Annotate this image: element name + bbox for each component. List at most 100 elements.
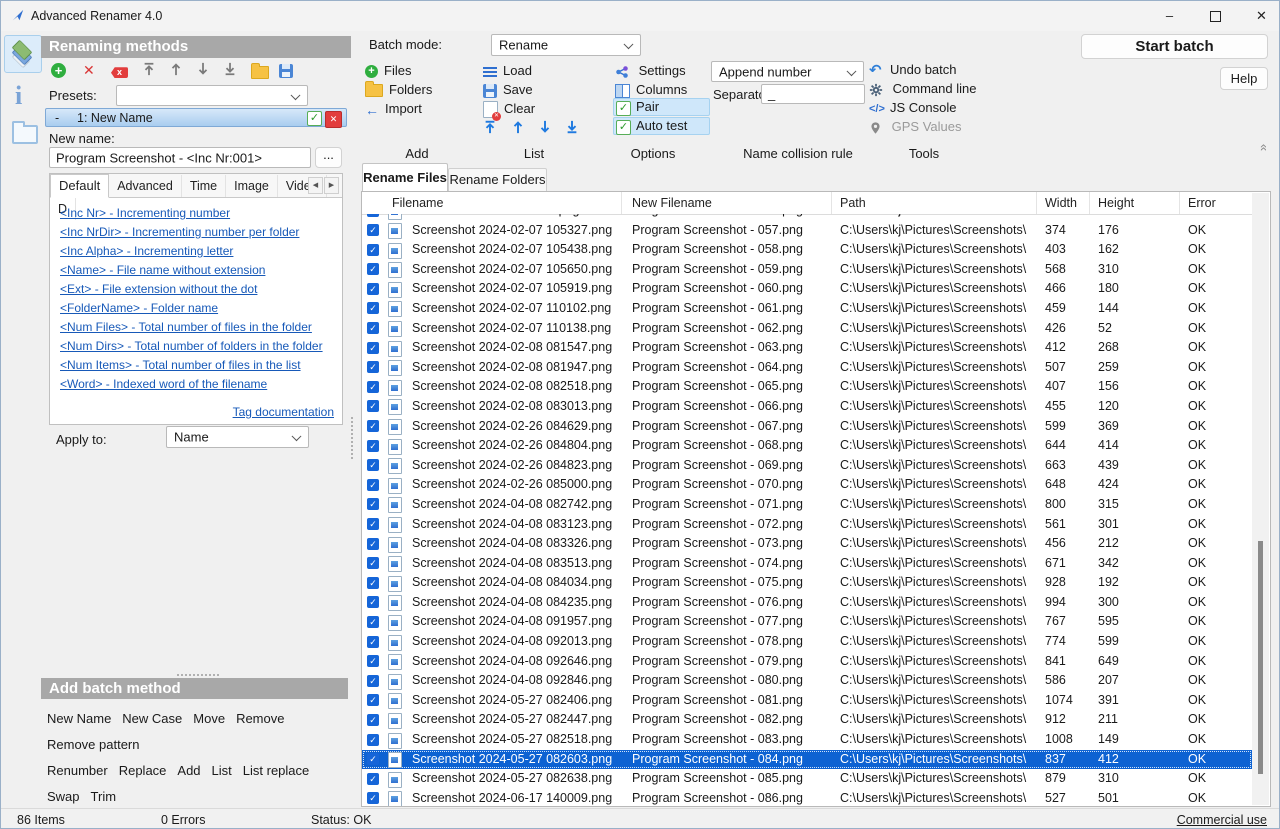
method-item-new-name[interactable]: - 1: New Name ✓ ✕ <box>45 108 347 127</box>
move-file-down-icon[interactable] <box>538 120 552 134</box>
collapse-toggle[interactable]: - <box>55 109 59 127</box>
batch-method-link[interactable]: Move <box>193 706 225 732</box>
table-row[interactable]: ✓Screenshot 2024-05-27 082518.pngProgram… <box>362 730 1252 750</box>
table-row[interactable]: ✓Screenshot 2024-05-27 082638.pngProgram… <box>362 769 1252 789</box>
new-name-more-button[interactable]: ... <box>315 147 342 168</box>
table-row[interactable]: ✓Screenshot 2024-02-07 110102.pngProgram… <box>362 299 1252 319</box>
row-checkbox-checked[interactable]: ✓ <box>367 518 379 530</box>
files-panel-icon[interactable] <box>12 125 38 144</box>
batch-method-link[interactable]: New Name <box>47 706 111 732</box>
presets-dropdown[interactable] <box>116 85 308 106</box>
row-checkbox-checked[interactable]: ✓ <box>367 283 379 295</box>
table-row[interactable]: ✓Screenshot 2024-02-08 083013.pngProgram… <box>362 397 1252 417</box>
row-checkbox-checked[interactable]: ✓ <box>367 342 379 354</box>
batch-method-link[interactable]: Replace <box>119 758 167 784</box>
row-checkbox-checked[interactable]: ✓ <box>367 459 379 471</box>
row-checkbox-checked[interactable]: ✓ <box>367 420 379 432</box>
scrollbar-thumb[interactable] <box>1258 541 1263 774</box>
tag-documentation-link[interactable]: Tag documentation <box>233 405 334 419</box>
columns-button[interactable]: Columns <box>615 82 687 98</box>
row-checkbox-checked[interactable]: ✓ <box>367 302 379 314</box>
tag-tab[interactable]: Default <box>50 174 109 198</box>
table-row[interactable]: ✓Screenshot 2024-02-07 105919.pngProgram… <box>362 279 1252 299</box>
save-list-button[interactable]: Save <box>483 82 533 98</box>
move-method-bottom-icon[interactable] <box>223 62 237 76</box>
row-checkbox-checked[interactable]: ✓ <box>367 224 379 236</box>
row-checkbox-checked[interactable]: ✓ <box>367 381 379 393</box>
row-checkbox-checked[interactable]: ✓ <box>367 244 379 256</box>
table-row[interactable]: ✓Screenshot 2024-05-27 082603.pngProgram… <box>362 750 1252 770</box>
move-file-bottom-icon[interactable] <box>565 120 579 134</box>
tag-link[interactable]: <Num Items> - Total number of files in t… <box>60 356 336 375</box>
row-checkbox-checked[interactable]: ✓ <box>367 577 379 589</box>
row-checkbox-checked[interactable]: ✓ <box>367 557 379 569</box>
tab-rename-folders[interactable]: Rename Folders <box>448 168 547 192</box>
row-checkbox-checked[interactable]: ✓ <box>367 753 379 765</box>
table-row[interactable]: ✓Screenshot 2024-02-08 081947.pngProgram… <box>362 358 1252 378</box>
row-checkbox-checked[interactable]: ✓ <box>367 400 379 412</box>
table-row[interactable]: ✓Screenshot 2024-06-17 140009.pngProgram… <box>362 789 1252 806</box>
table-row[interactable]: ✓Screenshot 2024-04-08 092846.pngProgram… <box>362 671 1252 691</box>
collision-rule-dropdown[interactable]: Append number <box>711 61 864 82</box>
clear-methods-button[interactable]: x <box>111 64 128 82</box>
remove-method-button[interactable]: ✕ <box>83 62 95 80</box>
tag-link[interactable]: <Word> - Indexed word of the filename <box>60 375 336 394</box>
row-checkbox-checked[interactable]: ✓ <box>367 263 379 275</box>
add-folders-button[interactable]: Folders <box>365 82 432 98</box>
row-checkbox-checked[interactable]: ✓ <box>367 655 379 667</box>
tag-link[interactable]: <Inc Nr> - Incrementing number <box>60 204 336 223</box>
table-row[interactable]: ✓Screenshot 2024-04-08 082742.pngProgram… <box>362 495 1252 515</box>
clear-list-button[interactable]: Clear <box>483 101 535 117</box>
table-row[interactable]: ✓Screenshot 2024-02-07 105438.pngProgram… <box>362 240 1252 260</box>
separator-input[interactable]: _ <box>761 84 865 104</box>
save-preset-button[interactable] <box>279 62 293 80</box>
table-row[interactable]: ✓Screenshot 2024-05-27 082406.pngProgram… <box>362 691 1252 711</box>
row-checkbox-checked[interactable]: ✓ <box>367 596 379 608</box>
tag-tab[interactable]: Advanced <box>109 175 182 197</box>
table-row[interactable]: ✓Screenshot 2024-04-08 084235.pngProgram… <box>362 593 1252 613</box>
row-checkbox-checked[interactable]: ✓ <box>367 440 379 452</box>
batch-mode-dropdown[interactable]: Rename <box>491 34 641 56</box>
apply-to-dropdown[interactable]: Name <box>166 426 309 448</box>
table-row[interactable]: ✓Screenshot 2024-04-08 091957.pngProgram… <box>362 612 1252 632</box>
tab-scroll-left-button[interactable]: ◀ <box>308 177 323 194</box>
pair-renaming-toggle[interactable]: ✓Pair renaming <box>613 98 710 116</box>
tab-scroll-right-button[interactable]: ▶ <box>324 177 339 194</box>
table-row[interactable]: ✓Screenshot 2024-04-08 083326.pngProgram… <box>362 534 1252 554</box>
table-row[interactable]: ✓Screenshot 2024-02-07 …pngProgram Scree… <box>362 214 1252 221</box>
row-checkbox-checked[interactable]: ✓ <box>367 636 379 648</box>
panel-splitter-grip[interactable] <box>350 416 354 461</box>
batch-method-link[interactable]: Trim <box>91 784 117 810</box>
move-file-up-icon[interactable] <box>511 120 525 134</box>
undo-batch-button[interactable]: ↶Undo batch <box>869 62 957 78</box>
tag-tab[interactable]: Image <box>226 175 278 197</box>
maximize-button[interactable] <box>1193 1 1238 31</box>
row-checkbox-checked[interactable]: ✓ <box>367 792 379 804</box>
layers-icon[interactable] <box>11 43 33 65</box>
info-icon[interactable]: i <box>15 83 22 109</box>
table-row[interactable]: ✓Screenshot 2024-02-26 085000.pngProgram… <box>362 475 1252 495</box>
row-checkbox-checked[interactable]: ✓ <box>367 734 379 746</box>
batch-method-link[interactable]: Swap <box>47 784 80 810</box>
col-path[interactable]: Path <box>832 192 1037 214</box>
auto-test-toggle[interactable]: ✓Auto test <box>613 117 710 135</box>
close-button[interactable]: ✕ <box>1239 1 1280 31</box>
batch-method-link[interactable]: New Case <box>122 706 182 732</box>
table-row[interactable]: ✓Screenshot 2024-02-08 082518.pngProgram… <box>362 377 1252 397</box>
vertical-scrollbar[interactable] <box>1252 193 1269 805</box>
row-checkbox-checked[interactable]: ✓ <box>367 714 379 726</box>
col-height[interactable]: Height <box>1090 192 1180 214</box>
tag-link[interactable]: <Inc NrDir> - Incrementing number per fo… <box>60 223 336 242</box>
row-checkbox-checked[interactable]: ✓ <box>367 773 379 785</box>
load-list-button[interactable]: Load <box>483 63 532 79</box>
command-line-button[interactable]: Command line <box>869 81 976 97</box>
js-console-button[interactable]: </>JS Console <box>869 100 956 116</box>
table-row[interactable]: ✓Screenshot 2024-02-07 105327.pngProgram… <box>362 221 1252 241</box>
col-new-filename[interactable]: New Filename <box>622 192 832 214</box>
new-name-input[interactable]: Program Screenshot - <Inc Nr:001> <box>49 147 311 168</box>
batch-method-link[interactable]: Renumber <box>47 758 108 784</box>
tag-link[interactable]: <Inc Alpha> - Incrementing letter <box>60 242 336 261</box>
tag-link[interactable]: <FolderName> - Folder name <box>60 299 336 318</box>
move-method-down-icon[interactable] <box>196 62 210 76</box>
tag-link[interactable]: <Name> - File name without extension <box>60 261 336 280</box>
